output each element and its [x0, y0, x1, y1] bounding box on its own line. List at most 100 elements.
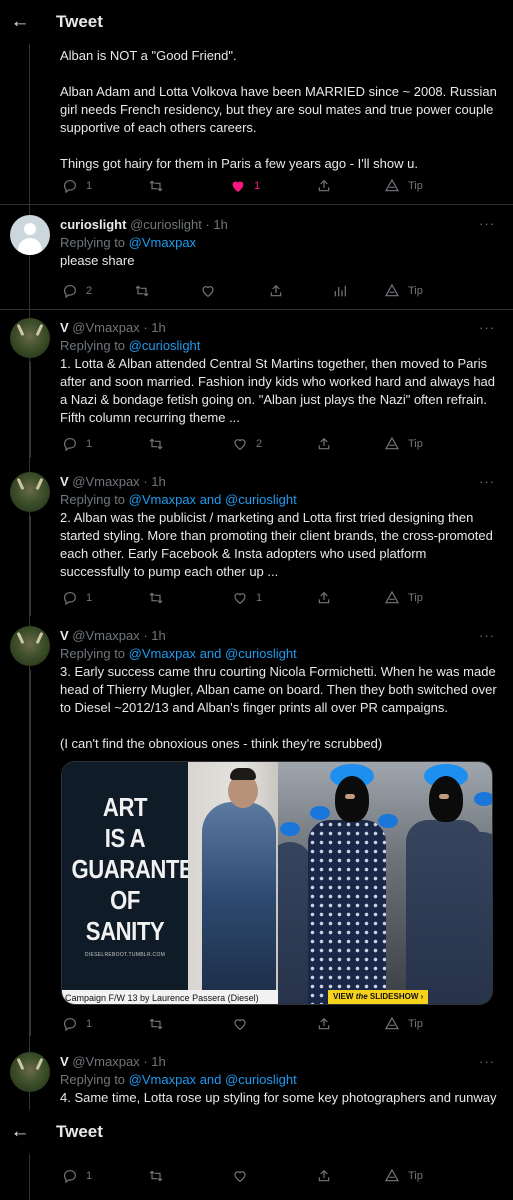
replying-to: Replying to @Vmaxpax [60, 235, 499, 250]
tip-button[interactable]: Tip [384, 436, 423, 452]
share-icon [318, 437, 330, 450]
replying-handle[interactable]: @Vmaxpax [129, 1072, 196, 1087]
back-arrow-icon[interactable]: ← [2, 1121, 38, 1143]
timestamp[interactable]: · 1h [143, 320, 165, 335]
share-button[interactable] [316, 590, 332, 606]
replying-label: Replying to [60, 235, 126, 250]
reply-count: 1 [86, 1170, 93, 1182]
poster-line: ART [102, 792, 148, 822]
timestamp[interactable]: · 1h [143, 628, 165, 643]
retweet-icon [149, 1170, 163, 1182]
replying-to: Replying to @Vmaxpax and @curioslight [60, 1072, 499, 1087]
header-title: Tweet [56, 1122, 103, 1141]
share-icon [318, 1169, 330, 1182]
replying-handle[interactable]: @curioslight [129, 338, 201, 353]
display-name[interactable]: V [60, 474, 69, 489]
media-caption: Campaign F/W 13 by Laurence Passera (Die… [62, 990, 278, 1004]
like-count: 1 [254, 180, 261, 192]
tweet-reply[interactable]: ··· curioslight @curioslight · 1h Replyi… [0, 205, 513, 309]
retweet-icon [135, 285, 149, 297]
replying-handle[interactable]: @Vmaxpax [129, 646, 196, 661]
retweet-button[interactable] [134, 283, 150, 299]
tip-button[interactable]: Tip [384, 590, 423, 606]
tip-label: Tip [408, 592, 423, 604]
tweet-text: 1. Lotta & Alban attended Central St Mar… [60, 356, 496, 425]
reply-button[interactable]: 1 [62, 590, 92, 606]
handle[interactable]: @Vmaxpax [72, 628, 139, 643]
like-button[interactable]: 1 [232, 590, 262, 606]
action-bar: 1 2 Tip [60, 436, 430, 454]
tweet-thread-2[interactable]: ··· V @Vmaxpax · 1h Replying to @Vmaxpax… [0, 464, 513, 616]
tip-icon [384, 436, 400, 450]
retweet-button[interactable] [148, 436, 164, 452]
top-header: ← Tweet [0, 0, 513, 44]
replying-handle[interactable]: @Vmaxpax [129, 235, 196, 250]
replying-handle-2[interactable]: @curioslight [225, 492, 297, 507]
replying-handle[interactable]: @Vmaxpax [129, 492, 196, 507]
media-image[interactable]: ART IS A GUARANTEE OF SANITY DIESELREBOO… [61, 761, 493, 1005]
replying-handle-2[interactable]: @curioslight [225, 646, 297, 661]
reply-button[interactable]: 1 [62, 1168, 92, 1184]
replying-to: Replying to @Vmaxpax and @curioslight [60, 646, 499, 661]
avatar-default[interactable] [10, 215, 50, 255]
bottom-header: ← Tweet [0, 1110, 513, 1154]
tip-button[interactable]: Tip [384, 283, 423, 299]
display-name[interactable]: curioslight [60, 217, 126, 232]
reply-button[interactable]: 1 [62, 1016, 92, 1032]
handle[interactable]: @curioslight [130, 217, 202, 232]
tip-icon [384, 283, 400, 297]
display-name[interactable]: V [60, 320, 69, 335]
tip-button[interactable]: Tip [384, 1168, 423, 1184]
timestamp[interactable]: · 1h [143, 474, 165, 489]
tip-button[interactable]: Tip [384, 178, 423, 194]
replying-to: Replying to @Vmaxpax and @curioslight [60, 492, 499, 507]
reply-count: 1 [86, 1018, 93, 1030]
like-button[interactable] [232, 1168, 248, 1184]
avatar-deer[interactable] [10, 1052, 50, 1092]
tweet-text: 2. Alban was the publicist / marketing a… [60, 510, 493, 579]
poster-line: IS A [104, 823, 146, 853]
avatar-deer[interactable] [10, 472, 50, 512]
reply-button[interactable]: 1 [62, 178, 92, 194]
retweet-button[interactable] [148, 1168, 164, 1184]
share-button[interactable] [316, 1016, 332, 1032]
reply-button[interactable]: 1 [62, 436, 92, 452]
like-button[interactable]: 2 [232, 436, 262, 452]
like-button[interactable] [200, 283, 216, 299]
retweet-button[interactable] [148, 590, 164, 606]
action-bar: 1 1 Tip [60, 178, 430, 196]
reply-button[interactable]: 2 [62, 283, 92, 299]
share-icon [318, 1017, 330, 1030]
retweet-button[interactable] [148, 178, 164, 194]
tip-button[interactable]: Tip [384, 1016, 423, 1032]
retweet-icon [149, 1018, 163, 1030]
avatar-deer[interactable] [10, 318, 50, 358]
share-button[interactable] [316, 436, 332, 452]
thread-line [29, 362, 31, 458]
back-arrow-icon[interactable]: ← [2, 11, 38, 33]
avatar-deer[interactable] [10, 626, 50, 666]
timestamp[interactable]: · 1h [143, 1054, 165, 1069]
retweet-button[interactable] [148, 1016, 164, 1032]
like-button[interactable] [232, 1016, 248, 1032]
handle[interactable]: @Vmaxpax [72, 320, 139, 335]
like-count: 2 [256, 438, 263, 450]
replying-handle-2[interactable]: @curioslight [225, 1072, 297, 1087]
share-button[interactable] [268, 283, 284, 299]
handle[interactable]: @Vmaxpax [72, 474, 139, 489]
share-icon [270, 284, 282, 297]
reply-icon [64, 1018, 76, 1032]
tip-label: Tip [408, 1018, 423, 1030]
poster-text: ART IS A GUARANTEE OF SANITY [71, 792, 208, 947]
analytics-button[interactable] [332, 283, 348, 299]
poster-line: OF [110, 885, 140, 915]
handle[interactable]: @Vmaxpax [72, 1054, 139, 1069]
display-name[interactable]: V [60, 1054, 69, 1069]
display-name[interactable]: V [60, 628, 69, 643]
tweet-thread-1[interactable]: ··· V @Vmaxpax · 1h Replying to @curiosl… [0, 310, 513, 458]
share-button[interactable] [316, 178, 332, 194]
like-button[interactable]: 1 [230, 178, 260, 194]
share-button[interactable] [316, 1168, 332, 1184]
timestamp[interactable]: · 1h [205, 217, 227, 232]
replying-join: and [199, 646, 222, 661]
